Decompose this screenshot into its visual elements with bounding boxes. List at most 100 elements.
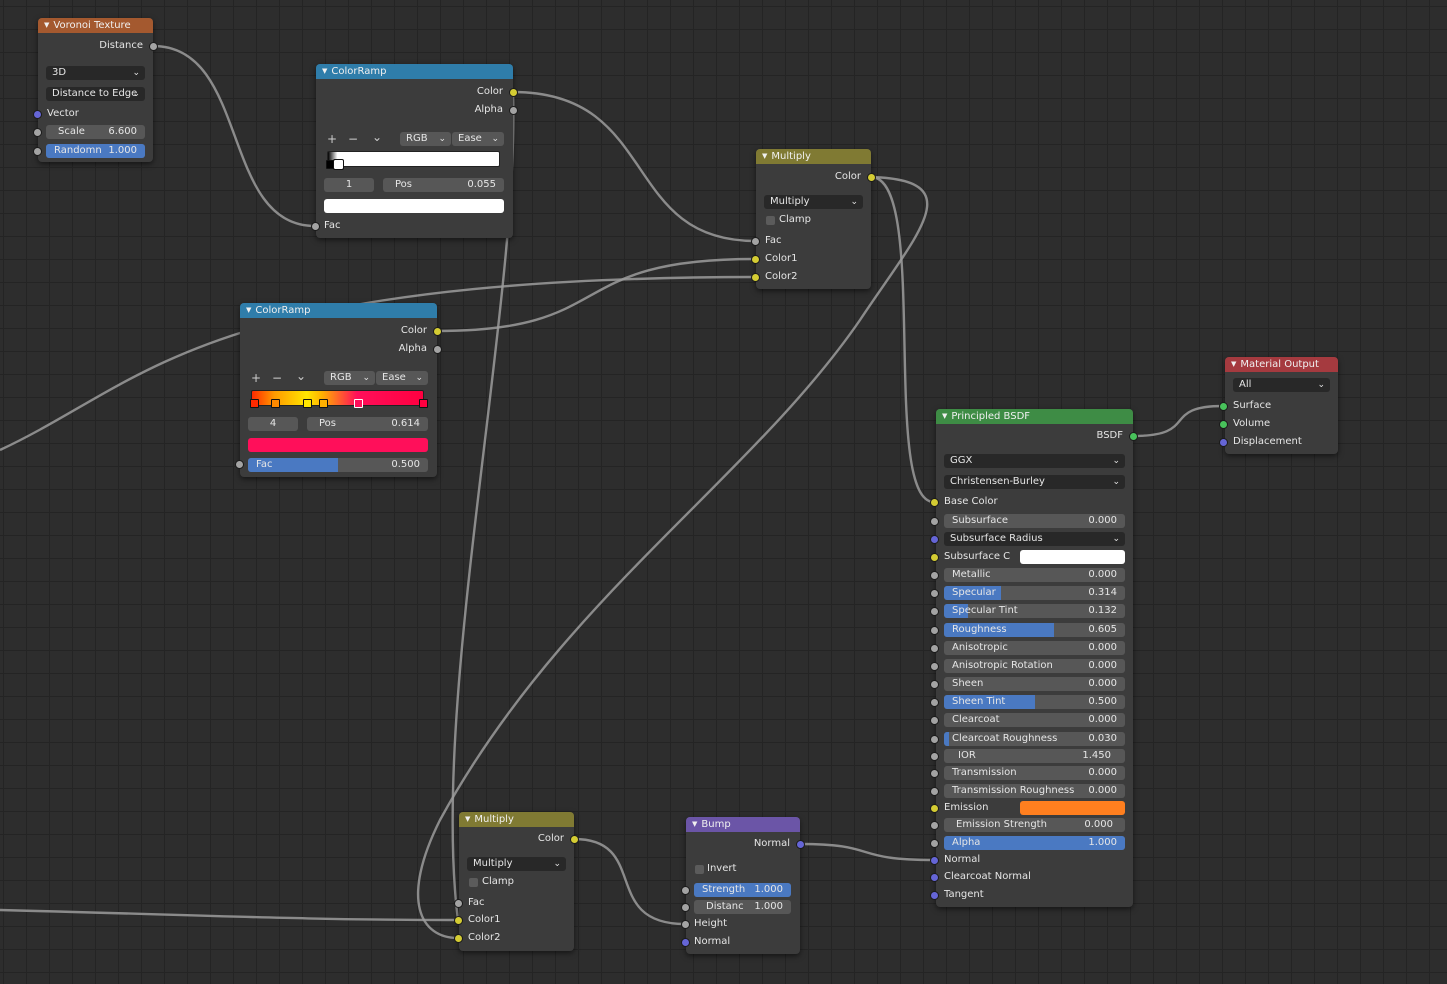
specular-tint-slider[interactable]: Specular Tint 0.132: [944, 604, 1125, 618]
bsdf-clearcoat-roughness-input-socket[interactable]: [930, 735, 939, 744]
ramp-stop-active[interactable]: [354, 399, 363, 408]
multiply-top-color2-input-socket[interactable]: [751, 273, 760, 282]
bsdf-alpha-input-socket[interactable]: [930, 839, 939, 848]
clamp-checkbox[interactable]: [469, 878, 478, 887]
ramp2-fac-input-socket[interactable]: [235, 460, 244, 469]
alpha-slider[interactable]: Alpha 1.000: [944, 836, 1125, 850]
ramp-menu-icon[interactable]: ⌄: [296, 369, 306, 383]
anisotropic-rotation-slider[interactable]: Anisotropic Rotation 0.000: [944, 659, 1125, 673]
node-header[interactable]: ▼ Voronoi Texture: [38, 18, 153, 33]
ramp-stop[interactable]: [271, 399, 280, 408]
bump-distance-input-socket[interactable]: [681, 903, 690, 912]
remove-stop-icon[interactable]: −: [272, 371, 282, 385]
feature-dropdown[interactable]: Distance to Edge ⌄: [46, 87, 145, 101]
node-header[interactable]: ▼ Multiply: [756, 149, 871, 164]
transmission-slider[interactable]: Transmission 0.000: [944, 766, 1125, 780]
blend-type-dropdown[interactable]: Multiply ⌄: [764, 195, 863, 209]
bsdf-tangent-input-socket[interactable]: [930, 891, 939, 900]
bsdf-sheen-input-socket[interactable]: [930, 680, 939, 689]
voronoi-randomness-input-socket[interactable]: [33, 147, 42, 156]
bsdf-subsurface-input-socket[interactable]: [930, 517, 939, 526]
metallic-slider[interactable]: Metallic 0.000: [944, 568, 1125, 582]
collapse-triangle-icon[interactable]: ▼: [942, 412, 947, 420]
bump-strength-input-socket[interactable]: [681, 886, 690, 895]
node-header[interactable]: ▼ ColorRamp: [316, 64, 513, 79]
voronoi-vector-input-socket[interactable]: [33, 110, 42, 119]
bump-node[interactable]: ▼ Bump Normal Invert Strength 1.000 Distan…: [686, 817, 800, 954]
multiply-bottom-color2-input-socket[interactable]: [454, 934, 463, 943]
ramp2-alpha-output-socket[interactable]: [433, 345, 442, 354]
stop-position-field[interactable]: Pos 0.614: [307, 417, 428, 431]
collapse-triangle-icon[interactable]: ▼: [322, 67, 327, 75]
interpolation-dropdown[interactable]: Ease ⌄: [376, 371, 428, 385]
bsdf-subsurface-color-input-socket[interactable]: [930, 553, 939, 562]
dimensions-dropdown[interactable]: 3D ⌄: [46, 66, 145, 80]
principled-bsdf-node[interactable]: ▼ Principled BSDF BSDF GGX ⌄ Christensen-B…: [936, 409, 1133, 907]
render-target-dropdown[interactable]: All ⌄: [1233, 378, 1330, 392]
fac-slider[interactable]: Fac 0.500: [248, 458, 428, 472]
invert-checkbox[interactable]: [695, 865, 704, 874]
multiply-node-bottom[interactable]: ▼ Multiply Color Multiply ⌄ Clamp Fac Colo…: [459, 812, 574, 951]
output-volume-input-socket[interactable]: [1219, 420, 1228, 429]
ramp-menu-icon[interactable]: ⌄: [372, 130, 382, 144]
subsurface-radius-dropdown[interactable]: Subsurface Radius ⌄: [944, 532, 1125, 546]
bsdf-clearcoat-normal-input-socket[interactable]: [930, 873, 939, 882]
collapse-triangle-icon[interactable]: ▼: [246, 306, 251, 314]
node-header[interactable]: ▼ Multiply: [459, 812, 574, 827]
bump-normal-input-socket[interactable]: [681, 938, 690, 947]
multiply-bottom-fac-input-socket[interactable]: [454, 899, 463, 908]
remove-stop-icon[interactable]: −: [348, 132, 358, 146]
sheen-tint-slider[interactable]: Sheen Tint 0.500: [944, 695, 1125, 709]
colorramp-node-2[interactable]: ▼ ColorRamp Color Alpha + − ⌄ RGB ⌄ Ease ⌄ …: [240, 303, 437, 477]
bsdf-transmission-input-socket[interactable]: [930, 769, 939, 778]
active-stop-color-swatch[interactable]: [324, 199, 504, 213]
color-mode-dropdown[interactable]: RGB ⌄: [324, 371, 375, 385]
ramp-stop[interactable]: [419, 399, 428, 408]
multiply-top-fac-input-socket[interactable]: [751, 237, 760, 246]
material-output-node[interactable]: ▼ Material Output All ⌄ Surface Volume Dis…: [1225, 357, 1338, 454]
node-header[interactable]: ▼ Material Output: [1225, 357, 1338, 372]
bsdf-output-socket[interactable]: [1129, 432, 1138, 441]
active-stop-index-field[interactable]: 1: [324, 178, 374, 192]
emission-color-swatch[interactable]: [1020, 801, 1125, 815]
colorramp-node-1[interactable]: ▼ ColorRamp Color Alpha + − ⌄ RGB ⌄ Ease ⌄ …: [316, 64, 513, 238]
specular-slider[interactable]: Specular 0.314: [944, 586, 1125, 600]
node-header[interactable]: ▼ Bump: [686, 817, 800, 832]
color-ramp-gradient[interactable]: [326, 151, 500, 170]
multiply-bottom-color-output-socket[interactable]: [570, 835, 579, 844]
multiply-node-top[interactable]: ▼ Multiply Color Multiply ⌄ Clamp Fac Colo…: [756, 149, 871, 289]
distance-field[interactable]: Distanc 1.000: [694, 900, 791, 914]
collapse-triangle-icon[interactable]: ▼: [762, 152, 767, 160]
bsdf-transmission-roughness-input-socket[interactable]: [930, 787, 939, 796]
bsdf-ior-input-socket[interactable]: [930, 752, 939, 761]
emission-strength-field[interactable]: Emission Strength 0.000: [944, 818, 1125, 832]
sheen-slider[interactable]: Sheen 0.000: [944, 677, 1125, 691]
voronoi-scale-input-socket[interactable]: [33, 128, 42, 137]
ramp-stop[interactable]: [250, 399, 259, 408]
collapse-triangle-icon[interactable]: ▼: [1231, 360, 1236, 368]
bump-height-input-socket[interactable]: [681, 920, 690, 929]
ramp-stop-active[interactable]: [333, 159, 344, 170]
bsdf-base-color-input-socket[interactable]: [930, 498, 939, 507]
subsurface-method-dropdown[interactable]: Christensen-Burley ⌄: [944, 475, 1125, 489]
bsdf-anisotropic-rotation-input-socket[interactable]: [930, 662, 939, 671]
blend-type-dropdown[interactable]: Multiply ⌄: [467, 857, 566, 871]
ramp1-fac-input-socket[interactable]: [311, 222, 320, 231]
transmission-roughness-slider[interactable]: Transmission Roughness 0.000: [944, 784, 1125, 798]
output-surface-input-socket[interactable]: [1219, 402, 1228, 411]
collapse-triangle-icon[interactable]: ▼: [44, 21, 49, 29]
bsdf-emission-input-socket[interactable]: [930, 804, 939, 813]
output-displacement-input-socket[interactable]: [1219, 438, 1228, 447]
ramp2-color-output-socket[interactable]: [433, 327, 442, 336]
clamp-checkbox[interactable]: [766, 216, 775, 225]
interpolation-dropdown[interactable]: Ease ⌄: [452, 132, 504, 146]
subsurface-slider[interactable]: Subsurface 0.000: [944, 514, 1125, 528]
ramp-stop[interactable]: [303, 399, 312, 408]
ramp-stop[interactable]: [319, 399, 328, 408]
add-stop-icon[interactable]: +: [327, 132, 337, 146]
multiply-top-color-output-socket[interactable]: [867, 173, 876, 182]
voronoi-texture-node[interactable]: ▼ Voronoi Texture Distance 3D ⌄ Distance t…: [38, 18, 153, 162]
collapse-triangle-icon[interactable]: ▼: [692, 820, 697, 828]
bsdf-roughness-input-socket[interactable]: [930, 626, 939, 635]
ior-field[interactable]: IOR 1.450: [944, 749, 1125, 763]
